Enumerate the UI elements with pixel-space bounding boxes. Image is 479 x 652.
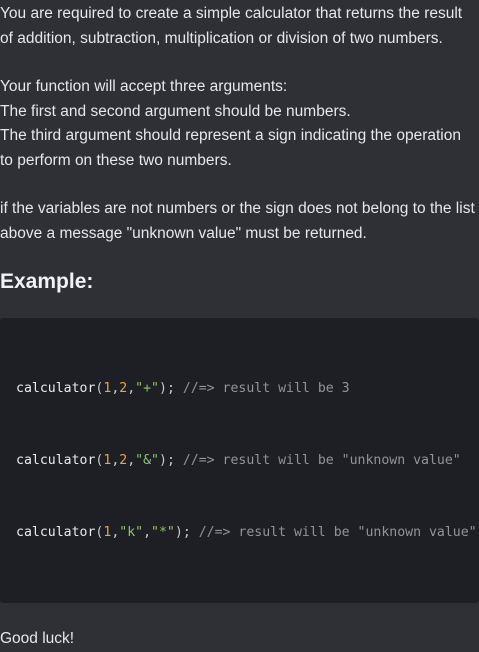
code-comment: //=> result will be "unknown value" — [182, 453, 461, 468]
description-line: above a message "unknown value" must be … — [0, 224, 367, 242]
code-punctuation: ); — [159, 381, 175, 396]
code-comment: //=> result will be 3 — [182, 381, 350, 396]
example-heading: Example: — [0, 270, 94, 293]
code-example-block[interactable]: calculator(1,2,"+"); //=> result will be… — [0, 318, 479, 603]
description-line: You are required to create a simple calc… — [0, 5, 463, 22]
code-function-name: calculator — [16, 381, 96, 396]
code-line: calculator(1,2,"+"); //=> result will be… — [16, 377, 463, 401]
description-line: of addition, subtraction, multiplication… — [0, 29, 443, 47]
code-number: 1 — [103, 525, 112, 540]
code-punctuation: ); — [174, 525, 191, 540]
description-line: The third argument should represent a si… — [0, 127, 461, 144]
code-line: calculator(1,"k","*"); //=> result will … — [16, 521, 477, 545]
code-string: "&" — [135, 453, 159, 468]
closing-text: Good luck! — [0, 630, 75, 647]
kata-description: You are required to create a simple calc… — [0, 2, 479, 652]
code-line: calculator(1,2,"&"); //=> result will be… — [16, 449, 463, 473]
description-line: The first and second argument should be … — [0, 102, 351, 120]
code-punctuation: , — [111, 525, 120, 540]
code-punctuation: , — [127, 453, 136, 468]
description-line: Your function will accept three argument… — [0, 78, 288, 95]
description-line: to perform on these two numbers. — [0, 151, 232, 169]
code-punctuation: ( — [95, 525, 104, 540]
code-function-name: calculator — [16, 453, 96, 468]
code-string: "*" — [151, 525, 175, 540]
code-punctuation: ); — [159, 453, 175, 468]
description-line: if the variables are not numbers or the … — [0, 200, 475, 217]
code-punctuation: , — [127, 381, 136, 396]
code-comment: //=> result will be "unknown value" — [198, 525, 477, 540]
code-string: "+" — [135, 381, 159, 396]
code-function-name: calculator — [16, 525, 96, 540]
code-string: "k" — [119, 525, 144, 540]
code-punctuation: , — [143, 525, 152, 540]
